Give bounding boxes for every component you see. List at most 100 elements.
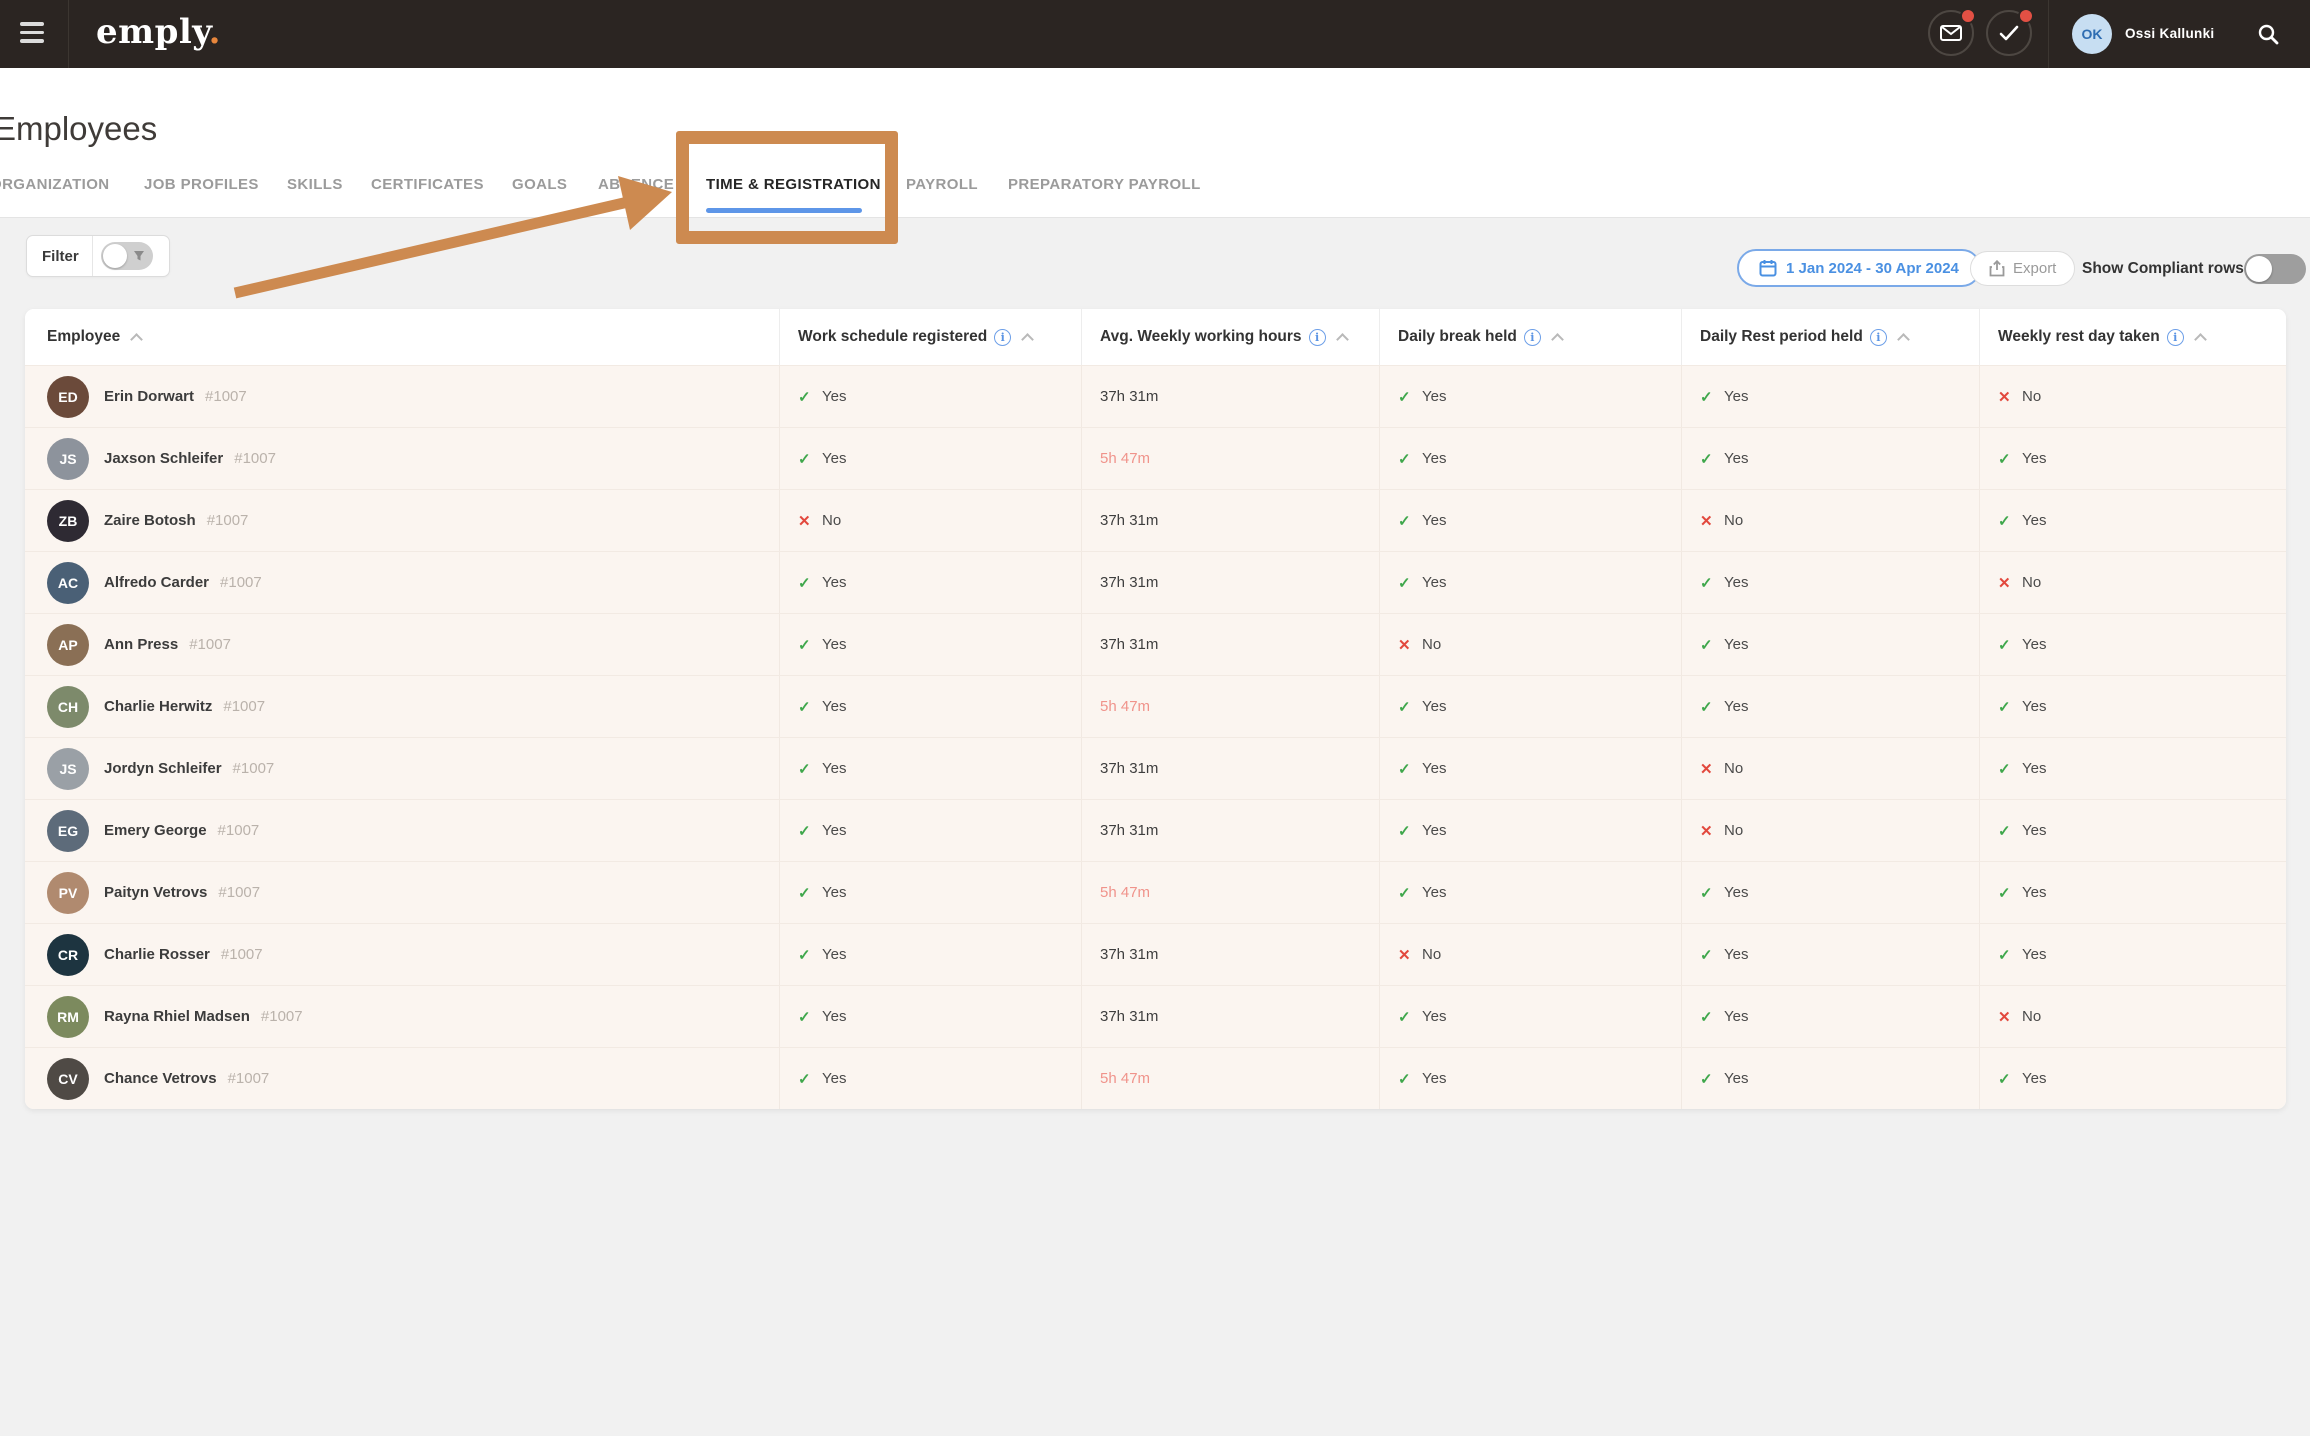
status-icon: ✓: [1998, 822, 2022, 840]
status-value: Yes: [1422, 884, 1446, 901]
weekly-rest-cell: ✓Yes: [1980, 800, 2286, 861]
user-name[interactable]: Ossi Kallunki: [2125, 26, 2214, 41]
daily-rest-cell: ✕No: [1682, 490, 1980, 551]
tab-goals[interactable]: GOALS: [512, 176, 567, 193]
employee-cell: PV Paityn Vetrovs #1007: [25, 862, 780, 923]
tab-organization[interactable]: ORGANIZATION: [0, 176, 110, 193]
filter-toggle[interactable]: [101, 242, 153, 270]
employee-id: #1007: [218, 822, 260, 839]
employee-cell: CR Charlie Rosser #1007: [25, 924, 780, 985]
filter-button[interactable]: Filter: [26, 235, 170, 277]
sort-caret-icon[interactable]: [1021, 333, 1034, 346]
status-icon: ✕: [1700, 822, 1724, 840]
info-icon[interactable]: i: [1870, 329, 1887, 346]
tab-time-registration[interactable]: TIME & REGISTRATION: [706, 176, 881, 193]
daily-rest-cell: ✓Yes: [1682, 366, 1980, 427]
hours-value: 37h 31m: [1100, 822, 1158, 839]
employee-name: Zaire Botosh: [104, 512, 196, 529]
status-icon: ✓: [1998, 760, 2022, 778]
tab-preparatory-payroll[interactable]: PREPARATORY PAYROLL: [1008, 176, 1201, 193]
hours-value: 5h 47m: [1100, 450, 1150, 467]
tab-payroll[interactable]: PAYROLL: [906, 176, 978, 193]
avatar: JS: [47, 438, 89, 480]
table-row[interactable]: PV Paityn Vetrovs #1007 ✓Yes 5h 47m ✓Yes…: [25, 861, 2286, 923]
sort-caret-icon[interactable]: [2194, 333, 2207, 346]
status-value: Yes: [822, 884, 846, 901]
avatar: AC: [47, 562, 89, 604]
table-row[interactable]: CR Charlie Rosser #1007 ✓Yes 37h 31m ✕No…: [25, 923, 2286, 985]
status-icon: ✓: [1398, 512, 1422, 530]
sort-caret-icon[interactable]: [1551, 333, 1564, 346]
user-avatar[interactable]: OK: [2072, 14, 2112, 54]
employee-cell: CV Chance Vetrovs #1007: [25, 1048, 780, 1109]
weekly-rest-cell: ✓Yes: [1980, 614, 2286, 675]
table-row[interactable]: RM Rayna Rhiel Madsen #1007 ✓Yes 37h 31m…: [25, 985, 2286, 1047]
work-schedule-cell: ✓Yes: [780, 862, 1082, 923]
table-row[interactable]: AC Alfredo Carder #1007 ✓Yes 37h 31m ✓Ye…: [25, 551, 2286, 613]
column-header-avg-hours[interactable]: Avg. Weekly working hoursi: [1082, 309, 1380, 365]
status-icon: ✓: [1700, 1070, 1724, 1088]
column-header-employee[interactable]: Employee: [25, 309, 780, 365]
info-icon[interactable]: i: [1309, 329, 1326, 346]
table-row[interactable]: AP Ann Press #1007 ✓Yes 37h 31m ✕No ✓Yes…: [25, 613, 2286, 675]
status-value: Yes: [1724, 946, 1748, 963]
table-row[interactable]: ZB Zaire Botosh #1007 ✕No 37h 31m ✓Yes ✕…: [25, 489, 2286, 551]
sort-caret-icon[interactable]: [130, 333, 143, 346]
hamburger-menu-icon[interactable]: [20, 22, 46, 46]
column-header-weekly-rest-day[interactable]: Weekly rest day takeni: [1980, 309, 2286, 365]
hours-value: 37h 31m: [1100, 946, 1158, 963]
sort-caret-icon[interactable]: [1897, 333, 1910, 346]
column-header-daily-rest[interactable]: Daily Rest period heldi: [1682, 309, 1980, 365]
show-compliant-toggle[interactable]: [2244, 254, 2306, 284]
notification-badge: [1960, 8, 1976, 24]
export-button[interactable]: Export: [1970, 251, 2075, 286]
table-row[interactable]: JS Jordyn Schleifer #1007 ✓Yes 37h 31m ✓…: [25, 737, 2286, 799]
weekly-rest-cell: ✓Yes: [1980, 862, 2286, 923]
status-value: No: [1422, 946, 1441, 963]
employee-name: Erin Dorwart: [104, 388, 194, 405]
work-schedule-cell: ✓Yes: [780, 676, 1082, 737]
status-icon: ✓: [1998, 946, 2022, 964]
hours-value: 37h 31m: [1100, 760, 1158, 777]
status-value: Yes: [822, 450, 846, 467]
daily-break-cell: ✓Yes: [1380, 986, 1682, 1047]
search-icon[interactable]: [2258, 24, 2279, 50]
app-logo[interactable]: emply.: [96, 12, 221, 52]
status-icon: ✓: [1700, 450, 1724, 468]
messages-button[interactable]: [1928, 10, 1974, 56]
table-row[interactable]: CV Chance Vetrovs #1007 ✓Yes 5h 47m ✓Yes…: [25, 1047, 2286, 1109]
table-row[interactable]: CH Charlie Herwitz #1007 ✓Yes 5h 47m ✓Ye…: [25, 675, 2286, 737]
work-schedule-cell: ✓Yes: [780, 924, 1082, 985]
daily-break-cell: ✓Yes: [1380, 800, 1682, 861]
status-value: Yes: [1724, 1008, 1748, 1025]
column-header-work-schedule[interactable]: Work schedule registeredi: [780, 309, 1082, 365]
app-root: emply. OK Ossi Kallunki Employees ORGANI…: [0, 0, 2310, 1436]
status-value: Yes: [1422, 1070, 1446, 1087]
status-value: Yes: [2022, 822, 2046, 839]
tab-absence[interactable]: ABSENCE: [598, 176, 674, 193]
sort-caret-icon[interactable]: [1336, 333, 1349, 346]
status-icon: ✓: [1398, 822, 1422, 840]
column-header-daily-break[interactable]: Daily break heldi: [1380, 309, 1682, 365]
date-range-button[interactable]: 1 Jan 2024 - 30 Apr 2024: [1737, 249, 1981, 287]
tasks-button[interactable]: [1986, 10, 2032, 56]
weekly-rest-cell: ✕No: [1980, 366, 2286, 427]
avatar: AP: [47, 624, 89, 666]
table-row[interactable]: ED Erin Dorwart #1007 ✓Yes 37h 31m ✓Yes …: [25, 365, 2286, 427]
status-value: Yes: [822, 636, 846, 653]
tab-certificates[interactable]: CERTIFICATES: [371, 176, 484, 193]
topbar-divider: [68, 0, 69, 68]
employee-name: Jordyn Schleifer: [104, 760, 222, 777]
status-icon: ✓: [798, 1070, 822, 1088]
avg-hours-cell: 5h 47m: [1082, 1048, 1380, 1109]
table-row[interactable]: EG Emery George #1007 ✓Yes 37h 31m ✓Yes …: [25, 799, 2286, 861]
avatar: EG: [47, 810, 89, 852]
tab-job-profiles[interactable]: JOB PROFILES: [144, 176, 259, 193]
table-row[interactable]: JS Jaxson Schleifer #1007 ✓Yes 5h 47m ✓Y…: [25, 427, 2286, 489]
info-icon[interactable]: i: [1524, 329, 1541, 346]
info-icon[interactable]: i: [2167, 329, 2184, 346]
tab-skills[interactable]: SKILLS: [287, 176, 343, 193]
status-value: Yes: [2022, 760, 2046, 777]
toggle-knob: [103, 244, 127, 268]
info-icon[interactable]: i: [994, 329, 1011, 346]
